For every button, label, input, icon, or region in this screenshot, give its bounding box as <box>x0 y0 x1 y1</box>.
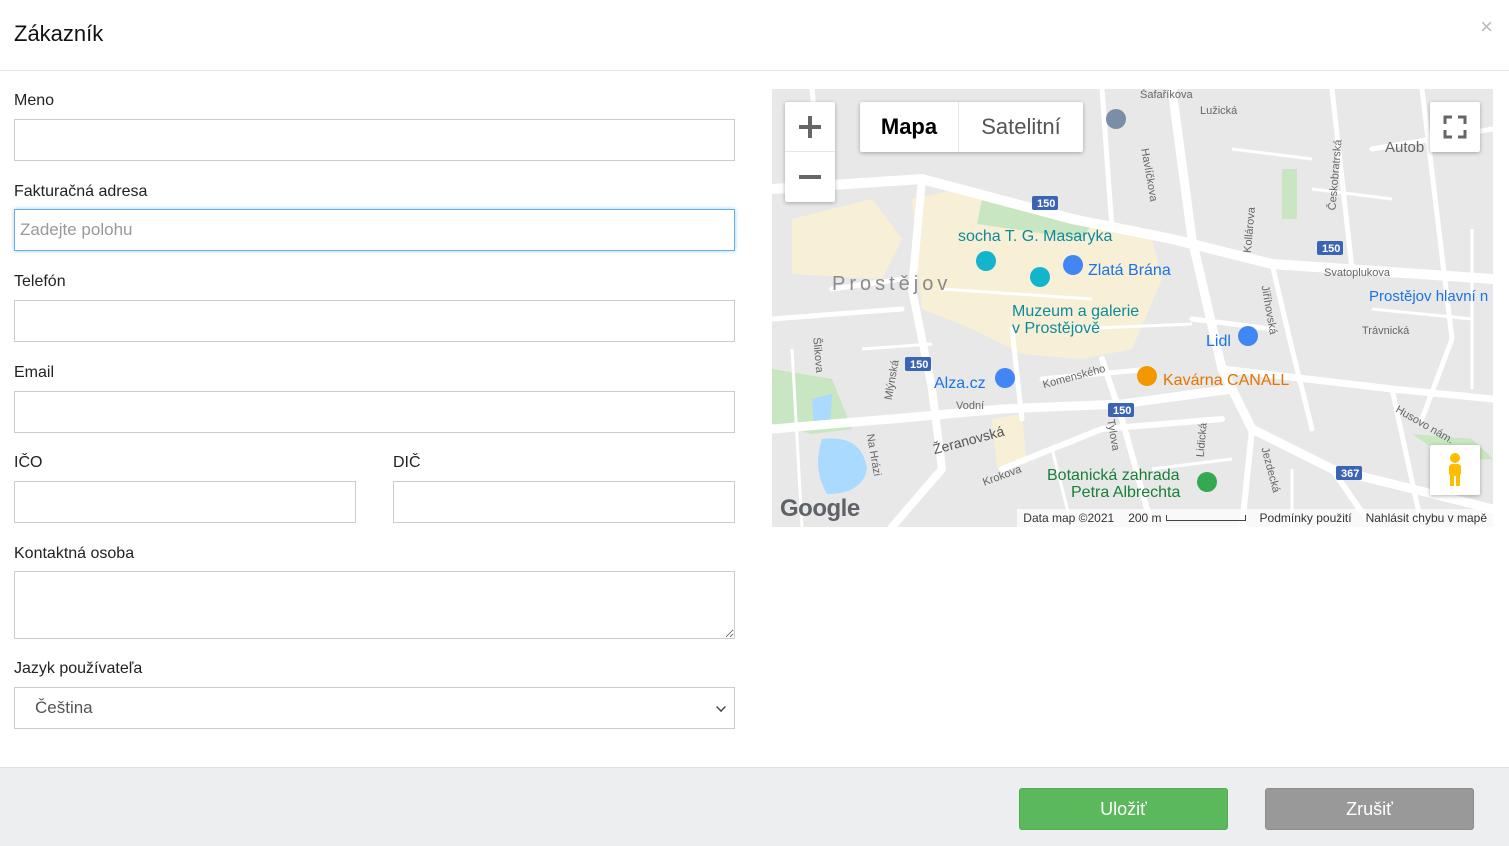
map-label-museum: Muzeum a galerie <box>1012 303 1140 320</box>
chevron-down-icon <box>716 702 726 712</box>
modal-footer: Uložiť Zrušiť <box>0 767 1509 846</box>
map-label-safarikova: Šafaříkova <box>1140 89 1193 101</box>
map-scale-label: 200 m <box>1128 511 1162 525</box>
map-label-zlata-brana: Zlatá Brána <box>1088 262 1171 279</box>
zoom-out-button[interactable] <box>785 152 835 202</box>
map-zoom-control <box>785 102 835 202</box>
billing-address-label: Fakturačná adresa <box>14 183 148 200</box>
map-label-city: Prostějov <box>832 273 952 295</box>
map-type-control: Mapa Satelitní <box>860 102 1083 152</box>
map-type-map-button[interactable]: Mapa <box>860 102 959 152</box>
user-language-selected: Čeština <box>35 698 93 717</box>
street-view-pegman[interactable] <box>1430 445 1480 495</box>
dic-label: DIČ <box>393 454 421 471</box>
phone-input[interactable] <box>14 300 735 342</box>
close-icon[interactable]: × <box>1480 16 1493 38</box>
svg-text:150: 150 <box>1322 243 1340 255</box>
email-input[interactable] <box>14 391 735 433</box>
name-input[interactable] <box>14 119 735 161</box>
name-label: Meno <box>14 92 55 109</box>
svg-text:150: 150 <box>910 359 928 371</box>
map-label-svatoplukova: Svatoplukova <box>1324 267 1391 279</box>
zoom-in-button[interactable] <box>785 102 835 152</box>
modal-title: Zákazník <box>14 21 104 46</box>
contact-person-textarea[interactable] <box>14 571 735 639</box>
map-label-vodni: Vodní <box>956 400 985 412</box>
email-label: Email <box>14 364 55 381</box>
svg-text:367: 367 <box>1341 468 1359 480</box>
map[interactable]: 150 150 150 150 367 Prostějov socha T. G… <box>772 89 1493 527</box>
save-button[interactable]: Uložiť <box>1019 788 1228 830</box>
map-fullscreen-button[interactable] <box>1430 102 1480 152</box>
map-label-kavarna: Kavárna CANALL <box>1163 372 1290 389</box>
map-label-luzicka: Lužická <box>1200 105 1238 117</box>
map-label-alza: Alza.cz <box>934 375 986 392</box>
pegman-icon <box>1449 453 1461 486</box>
map-label-masaryk: socha T. G. Masaryka <box>958 228 1113 245</box>
map-type-satellite-button[interactable]: Satelitní <box>959 102 1083 152</box>
modal-header: Zákazník × <box>0 0 1509 71</box>
billing-address-input[interactable] <box>14 209 735 251</box>
map-label-travnicka: Trávnická <box>1362 325 1410 337</box>
ico-label: IČO <box>14 454 43 471</box>
map-label-lidl: Lidl <box>1206 333 1231 350</box>
fullscreen-icon <box>1443 115 1467 139</box>
map-attribution: Data map ©2021 <box>1023 511 1115 525</box>
map-label-station: Prostějov hlavní n <box>1369 288 1489 305</box>
svg-text:150: 150 <box>1037 198 1055 210</box>
minus-icon <box>799 175 821 179</box>
map-scale: 200 m <box>1128 511 1246 525</box>
map-terms-link[interactable]: Podmínky použití <box>1260 511 1352 525</box>
cancel-button[interactable]: Zrušiť <box>1265 788 1474 830</box>
svg-text:150: 150 <box>1113 405 1131 417</box>
dic-input[interactable] <box>393 481 735 523</box>
map-label-botanic: Botanická zahrada <box>1047 467 1180 484</box>
map-label-museum-2: v Prostějově <box>1012 320 1101 337</box>
map-scale-bar <box>1165 515 1246 521</box>
ico-input[interactable] <box>14 481 356 523</box>
user-language-label: Jazyk používateľa <box>14 660 143 677</box>
google-logo: Google <box>780 495 860 522</box>
map-footer: Data map ©2021 200 m Podmínky použití Na… <box>1017 509 1493 527</box>
map-label-botanic-2: Petra Albrechta <box>1071 484 1181 501</box>
contact-person-label: Kontaktná osoba <box>14 545 135 562</box>
map-report-link[interactable]: Nahlásit chybu v mapě <box>1366 511 1487 525</box>
phone-label: Telefón <box>14 273 66 290</box>
plus-icon <box>799 115 821 138</box>
user-language-select[interactable]: Čeština <box>14 687 735 729</box>
map-label-autob: Autob <box>1385 139 1425 156</box>
